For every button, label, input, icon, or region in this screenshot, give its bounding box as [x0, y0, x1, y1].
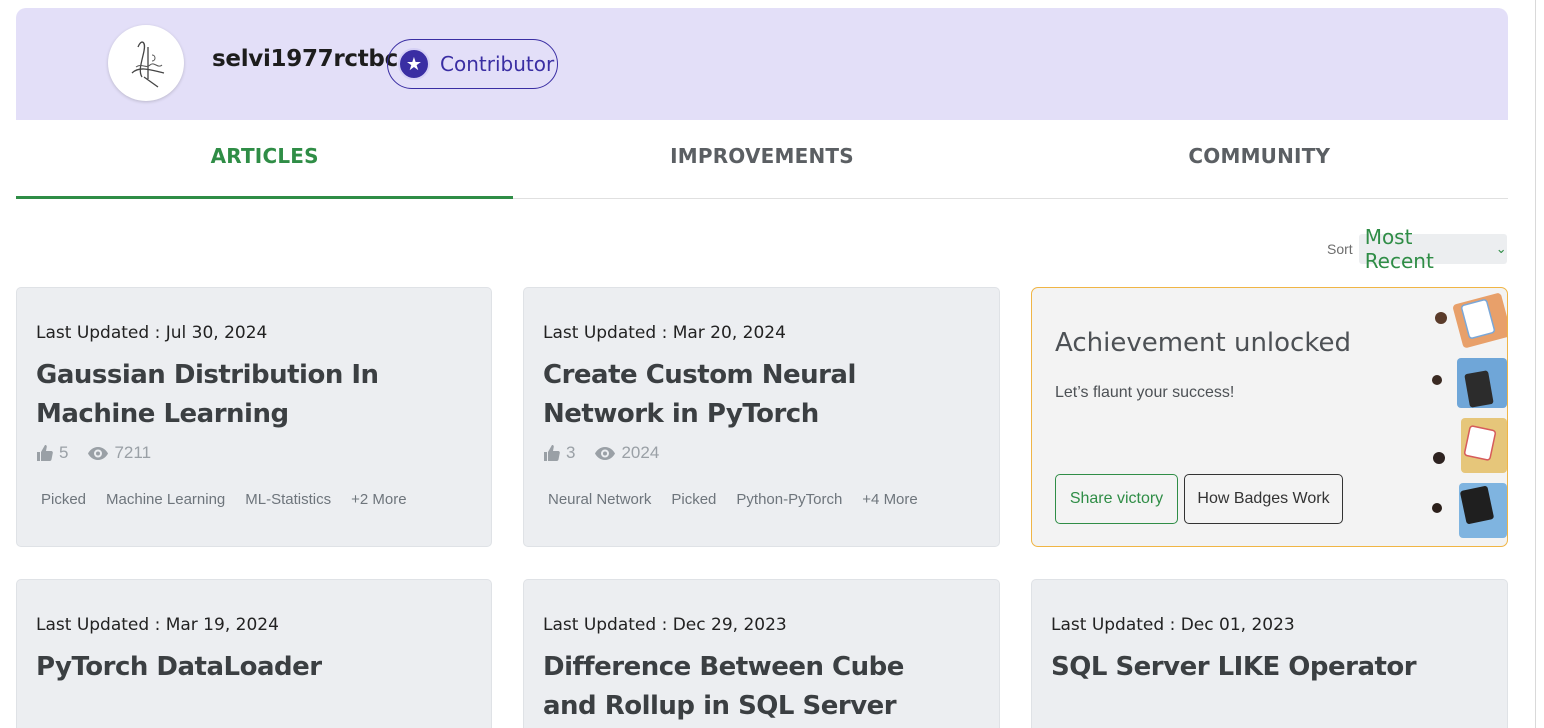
tag[interactable]: Picked: [36, 491, 91, 508]
last-updated: Last Updated : Dec 29, 2023: [543, 615, 787, 635]
profile-tabs: ARTICLES IMPROVEMENTS COMMUNITY: [16, 120, 1508, 199]
likes-stat: 5: [36, 443, 68, 463]
signature-avatar-icon[interactable]: [108, 25, 184, 101]
likes-count: 3: [566, 443, 576, 462]
tab-community[interactable]: COMMUNITY: [1011, 120, 1508, 198]
tab-articles[interactable]: ARTICLES: [16, 120, 514, 199]
article-title[interactable]: Create Custom Neural Network in PyTorch: [543, 356, 963, 434]
views-count: 7211: [114, 443, 152, 462]
role-label: Contributor: [440, 52, 555, 76]
article-stats: 3 2024: [543, 443, 679, 463]
sort-label: Sort: [1327, 241, 1353, 257]
profile-username: selvi1977rctbc: [212, 46, 398, 72]
achievement-subtitle: Let’s flaunt your success!: [1055, 384, 1235, 401]
chevron-down-icon: ⌄: [1495, 241, 1507, 257]
contributor-badge[interactable]: ★ Contributor: [387, 39, 558, 89]
sort-dropdown[interactable]: Most Recent ⌄: [1358, 225, 1507, 273]
likes-stat: 3: [543, 443, 575, 463]
eye-icon: [595, 446, 616, 460]
tag[interactable]: Python-PyTorch: [731, 491, 847, 508]
views-stat: 2024: [595, 443, 659, 463]
last-updated: Last Updated : Mar 19, 2024: [36, 615, 279, 635]
views-stat: 7211: [88, 443, 151, 463]
article-card[interactable]: Last Updated : Mar 20, 2024 Create Custo…: [523, 287, 1000, 547]
article-title[interactable]: Gaussian Distribution In Machine Learnin…: [36, 356, 456, 434]
achievement-card: Achievement unlocked Let’s flaunt your s…: [1031, 287, 1508, 547]
tag[interactable]: ML-Statistics: [240, 491, 336, 508]
more-tags[interactable]: +4 More: [857, 491, 922, 508]
article-title[interactable]: Difference Between Cube and Rollup in SQ…: [543, 648, 963, 726]
how-badges-work-button[interactable]: How Badges Work: [1184, 474, 1343, 524]
star-icon: ★: [398, 48, 430, 80]
page-scrollbar[interactable]: [1535, 0, 1536, 728]
thumbs-up-icon: [544, 445, 560, 461]
sort-value: Most Recent: [1364, 225, 1434, 273]
likes-count: 5: [59, 443, 69, 462]
more-tags[interactable]: +2 More: [346, 491, 411, 508]
achievement-title: Achievement unlocked: [1055, 328, 1351, 358]
thumbs-up-icon: [37, 445, 53, 461]
article-title[interactable]: SQL Server LIKE Operator: [1051, 648, 1471, 687]
tag[interactable]: Picked: [666, 491, 721, 508]
tab-improvements[interactable]: IMPROVEMENTS: [513, 120, 1010, 198]
eye-icon: [88, 446, 109, 460]
tag[interactable]: Machine Learning: [101, 491, 230, 508]
article-card[interactable]: Last Updated : Dec 01, 2023 SQL Server L…: [1031, 579, 1508, 728]
views-count: 2024: [621, 443, 660, 462]
last-updated: Last Updated : Dec 01, 2023: [1051, 615, 1295, 635]
article-title[interactable]: PyTorch DataLoader: [36, 648, 456, 687]
last-updated: Last Updated : Jul 30, 2024: [36, 323, 268, 343]
share-victory-button[interactable]: Share victory: [1055, 474, 1178, 524]
tag[interactable]: Neural Network: [543, 491, 656, 508]
sort-control: Sort Most Recent ⌄: [1327, 225, 1507, 273]
article-tags: Picked Machine Learning ML-Statistics +2…: [36, 491, 422, 508]
article-stats: 5 7211: [36, 443, 171, 463]
last-updated: Last Updated : Mar 20, 2024: [543, 323, 786, 343]
article-card[interactable]: Last Updated : Mar 19, 2024 PyTorch Data…: [16, 579, 492, 728]
profile-header: selvi1977rctbc ★ Contributor: [16, 8, 1508, 120]
people-illustration-icon: [1432, 293, 1507, 538]
article-card[interactable]: Last Updated : Jul 30, 2024 Gaussian Dis…: [16, 287, 492, 547]
article-card[interactable]: Last Updated : Dec 29, 2023 Difference B…: [523, 579, 1000, 728]
article-tags: Neural Network Picked Python-PyTorch +4 …: [543, 491, 933, 508]
